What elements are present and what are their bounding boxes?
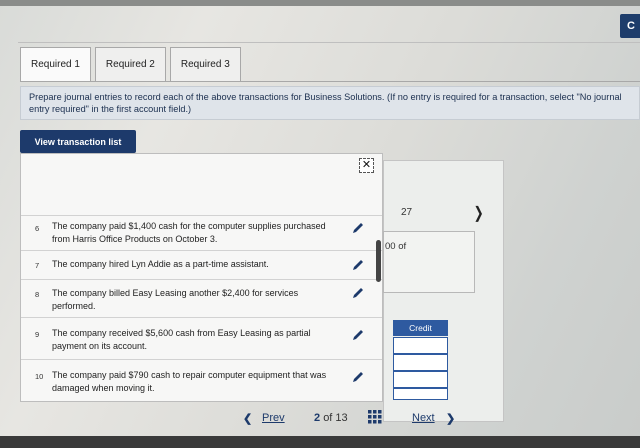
transaction-list: 6 The company paid $1,400 cash for the c… <box>21 216 382 400</box>
pencil-icon[interactable] <box>351 286 365 300</box>
top-bar <box>0 0 640 6</box>
worksheet-date-fragment: 27 <box>401 207 413 218</box>
view-transaction-list-button[interactable]: View transaction list <box>20 130 136 153</box>
transaction-text: The company hired Lyn Addie as a part-ti… <box>52 259 269 269</box>
transaction-text: The company received $5,600 cash from Ea… <box>52 328 311 351</box>
chevron-right-icon[interactable]: ❯ <box>446 412 455 425</box>
transaction-text: The company billed Easy Leasing another … <box>52 288 299 311</box>
transaction-number: 9 <box>35 330 40 339</box>
instruction-text: Prepare journal entries to record each o… <box>20 86 640 120</box>
pencil-icon[interactable] <box>351 221 365 235</box>
transaction-item: 9 The company received $5,600 cash from … <box>21 318 382 360</box>
divider <box>18 42 640 43</box>
pencil-icon[interactable] <box>351 258 365 272</box>
page-indicator: 2 of 13 <box>314 412 348 424</box>
bottom-bar <box>0 436 640 448</box>
transaction-item: 8 The company billed Easy Leasing anothe… <box>21 280 382 318</box>
transaction-item: 10 The company paid $790 cash to repair … <box>21 360 382 400</box>
tab-required-2[interactable]: Required 2 <box>94 47 166 82</box>
credit-column-header: Credit <box>393 320 448 336</box>
prev-button[interactable]: Prev <box>262 412 285 424</box>
corner-button[interactable]: C <box>620 14 640 38</box>
transaction-text: The company paid $790 cash to repair com… <box>52 370 327 393</box>
transaction-number: 6 <box>35 224 40 233</box>
grid-icon[interactable] <box>368 410 382 427</box>
current-page: 2 <box>314 412 321 424</box>
tab-underline <box>20 81 640 82</box>
transaction-item: 6 The company paid $1,400 cash for the c… <box>21 216 382 251</box>
credit-input[interactable] <box>393 371 448 388</box>
worksheet-description-fragment: 00 of <box>385 241 407 252</box>
chevron-left-icon[interactable]: ❮ <box>243 412 252 425</box>
transaction-number: 7 <box>35 261 40 270</box>
pencil-icon[interactable] <box>351 328 365 342</box>
credit-input[interactable] <box>393 388 448 400</box>
transaction-text: The company paid $1,400 cash for the com… <box>52 221 326 244</box>
pencil-icon[interactable] <box>351 370 365 384</box>
close-icon[interactable]: ✕ <box>359 158 374 173</box>
chevron-right-icon[interactable]: ❯ <box>474 203 484 223</box>
scrollbar-thumb[interactable] <box>376 240 381 282</box>
tab-required-3[interactable]: Required 3 <box>169 47 241 82</box>
tab-required-1[interactable]: Required 1 <box>20 47 91 82</box>
next-button[interactable]: Next <box>412 412 435 424</box>
page-total: of 13 <box>323 412 348 424</box>
transaction-number: 10 <box>35 372 44 381</box>
popup-header: ✕ <box>21 154 382 216</box>
credit-input[interactable] <box>393 354 448 371</box>
credit-input[interactable] <box>393 337 448 354</box>
transaction-item: 7 The company hired Lyn Addie as a part-… <box>21 251 382 280</box>
transaction-list-popup: ✕ 6 The company paid $1,400 cash for the… <box>20 153 383 402</box>
transaction-number: 8 <box>35 290 40 299</box>
requirement-tabs: Required 1 Required 2 Required 3 <box>20 47 245 82</box>
